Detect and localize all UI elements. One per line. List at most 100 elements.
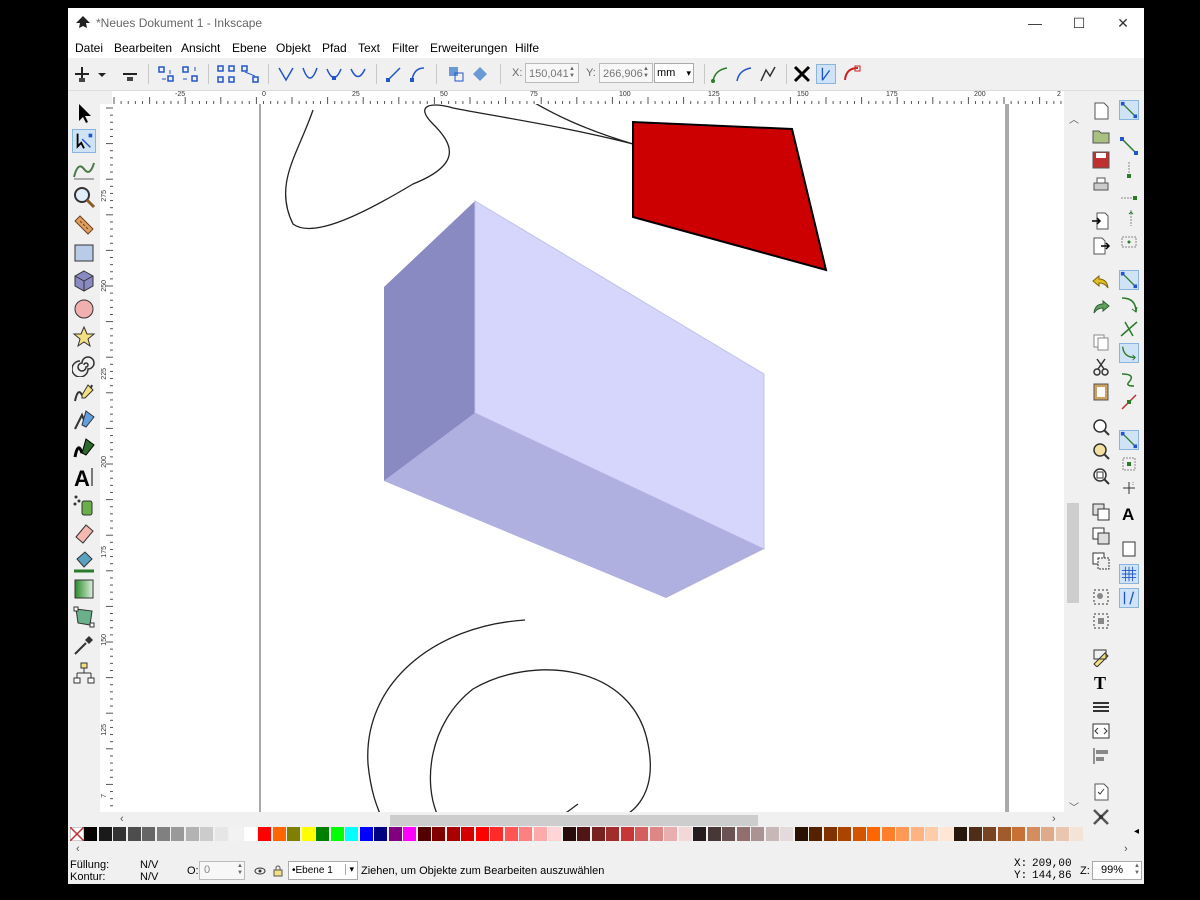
pencil-icon[interactable] bbox=[72, 381, 96, 405]
palette-swatch[interactable] bbox=[374, 827, 387, 841]
spin-arrows-icon[interactable]: ▲ ▼ bbox=[1134, 863, 1140, 877]
palette-swatch[interactable] bbox=[1026, 827, 1040, 841]
palette-swatch[interactable] bbox=[664, 827, 677, 841]
palette-swatch[interactable] bbox=[519, 827, 532, 841]
palette-swatch[interactable] bbox=[765, 827, 779, 841]
calligraphy-icon[interactable] bbox=[72, 437, 96, 461]
menu-datei[interactable]: Datei bbox=[75, 41, 103, 55]
show-bbox-icon[interactable] bbox=[792, 64, 812, 84]
connector-icon[interactable] bbox=[72, 661, 96, 685]
menu-text[interactable]: Text bbox=[358, 41, 380, 55]
palette-swatch[interactable] bbox=[127, 827, 141, 841]
close-button[interactable]: ✕ bbox=[1100, 8, 1144, 38]
palette-swatch[interactable] bbox=[461, 827, 474, 841]
segment-curve-icon[interactable] bbox=[408, 64, 428, 84]
red-quadrilateral[interactable] bbox=[632, 120, 828, 272]
no-paint-icon[interactable] bbox=[70, 827, 84, 841]
palette-swatch[interactable] bbox=[635, 827, 648, 841]
delete-segment-icon[interactable] bbox=[240, 64, 260, 84]
node-cusp-icon[interactable] bbox=[276, 64, 296, 84]
palette-swatch[interactable] bbox=[823, 827, 837, 841]
palette-swatch[interactable] bbox=[156, 827, 170, 841]
node-smooth-icon[interactable] bbox=[300, 64, 320, 84]
mesh-icon[interactable] bbox=[72, 605, 96, 629]
palette-swatch[interactable] bbox=[809, 827, 822, 841]
palette-swatch[interactable] bbox=[272, 827, 286, 841]
object-to-path-icon[interactable] bbox=[446, 64, 466, 84]
palette-swatch[interactable] bbox=[229, 827, 242, 841]
snap-bbox-icon[interactable] bbox=[1119, 136, 1139, 156]
star-icon[interactable] bbox=[72, 325, 96, 349]
opacity-field[interactable]: 0 ▲ ▼ bbox=[199, 861, 245, 880]
snap-bbox-center-icon[interactable] bbox=[1119, 232, 1139, 252]
palette-swatch[interactable] bbox=[243, 827, 257, 841]
palette-menu-icon[interactable]: ◂ bbox=[1134, 826, 1139, 837]
dropper-icon[interactable] bbox=[72, 633, 96, 657]
menu-hilfe[interactable]: Hilfe bbox=[515, 41, 539, 55]
measure-icon[interactable] bbox=[72, 213, 96, 237]
palette-swatch[interactable] bbox=[968, 827, 982, 841]
palette-swatch[interactable] bbox=[1041, 827, 1054, 841]
palette-swatch[interactable] bbox=[446, 827, 460, 841]
snap-smooth-nodes-icon[interactable] bbox=[1119, 368, 1139, 388]
spiral-icon[interactable] bbox=[72, 353, 96, 377]
palette-swatch[interactable] bbox=[330, 827, 344, 841]
paint-bucket-icon[interactable] bbox=[72, 549, 96, 573]
text-font-icon[interactable]: T bbox=[1091, 672, 1111, 692]
node-auto-icon[interactable] bbox=[348, 64, 368, 84]
horizontal-scroll-thumb[interactable] bbox=[390, 815, 758, 826]
palette-swatch[interactable] bbox=[301, 827, 315, 841]
palette-swatch[interactable] bbox=[142, 827, 155, 841]
snap-nodes-icon[interactable] bbox=[1119, 270, 1139, 290]
break-path-icon[interactable] bbox=[180, 64, 200, 84]
minimize-button[interactable]: — bbox=[1012, 8, 1058, 38]
palette-swatch[interactable] bbox=[1012, 827, 1025, 841]
palette-swatch[interactable] bbox=[475, 827, 489, 841]
insert-node-icon[interactable] bbox=[72, 64, 92, 84]
palette-swatch[interactable] bbox=[983, 827, 996, 841]
spin-arrows-icon[interactable]: ▲ ▼ bbox=[237, 863, 243, 877]
gradient-icon[interactable] bbox=[72, 577, 96, 601]
palette-swatch[interactable] bbox=[678, 827, 692, 841]
spin-arrows-icon[interactable]: ▲ ▼ bbox=[569, 66, 577, 80]
fill-value[interactable]: N/V bbox=[140, 859, 158, 871]
menu-filter[interactable]: Filter bbox=[392, 41, 419, 55]
ellipse-icon[interactable] bbox=[72, 297, 96, 321]
palette-swatch[interactable] bbox=[997, 827, 1011, 841]
paste-icon[interactable] bbox=[1091, 381, 1111, 401]
palette-swatch[interactable] bbox=[490, 827, 503, 841]
save-icon[interactable] bbox=[1091, 150, 1111, 170]
show-handles-icon[interactable] bbox=[734, 64, 754, 84]
3dbox-icon[interactable] bbox=[72, 269, 96, 293]
scroll-down-icon[interactable]: ﹀ bbox=[1069, 799, 1079, 814]
zoom-page-icon[interactable] bbox=[1091, 466, 1111, 486]
palette-swatch[interactable] bbox=[171, 827, 184, 841]
snap-grid-icon[interactable] bbox=[1119, 564, 1139, 584]
palette-swatch[interactable] bbox=[316, 827, 329, 841]
spiral-path[interactable] bbox=[367, 619, 651, 812]
snap-object-center-icon[interactable] bbox=[1119, 454, 1139, 474]
segment-line-icon[interactable] bbox=[384, 64, 404, 84]
menu-ebene[interactable]: Ebene bbox=[232, 41, 267, 55]
show-transform-handles-icon[interactable] bbox=[710, 64, 730, 84]
document-properties-icon[interactable] bbox=[1091, 782, 1111, 802]
menu-ansicht[interactable]: Ansicht bbox=[181, 41, 220, 55]
snap-guide-icon[interactable] bbox=[1119, 588, 1139, 608]
palette-swatch[interactable] bbox=[562, 827, 576, 841]
freehand-path[interactable] bbox=[284, 104, 634, 229]
palette-swatch[interactable] bbox=[200, 827, 213, 841]
align-distribute-icon[interactable] bbox=[1091, 746, 1111, 766]
drawing-canvas[interactable] bbox=[113, 104, 1064, 812]
scroll-left-icon[interactable]: ‹ bbox=[76, 843, 80, 855]
palette-swatch[interactable] bbox=[113, 827, 126, 841]
eye-visible-icon[interactable] bbox=[254, 865, 266, 877]
snap-enable-icon[interactable] bbox=[1119, 100, 1139, 120]
y-coordinate-field[interactable]: 266,906 ▲ ▼ bbox=[599, 63, 653, 83]
export-icon[interactable] bbox=[1091, 236, 1111, 256]
vertical-scrollbar[interactable]: ︿ ﹀ bbox=[1064, 91, 1084, 814]
node-symmetric-icon[interactable] bbox=[324, 64, 344, 84]
spin-arrows-icon[interactable]: ▲ ▼ bbox=[643, 66, 651, 80]
clone-icon[interactable] bbox=[1091, 526, 1111, 546]
palette-swatch[interactable] bbox=[403, 827, 416, 841]
snap-intersections-icon[interactable] bbox=[1119, 319, 1139, 339]
